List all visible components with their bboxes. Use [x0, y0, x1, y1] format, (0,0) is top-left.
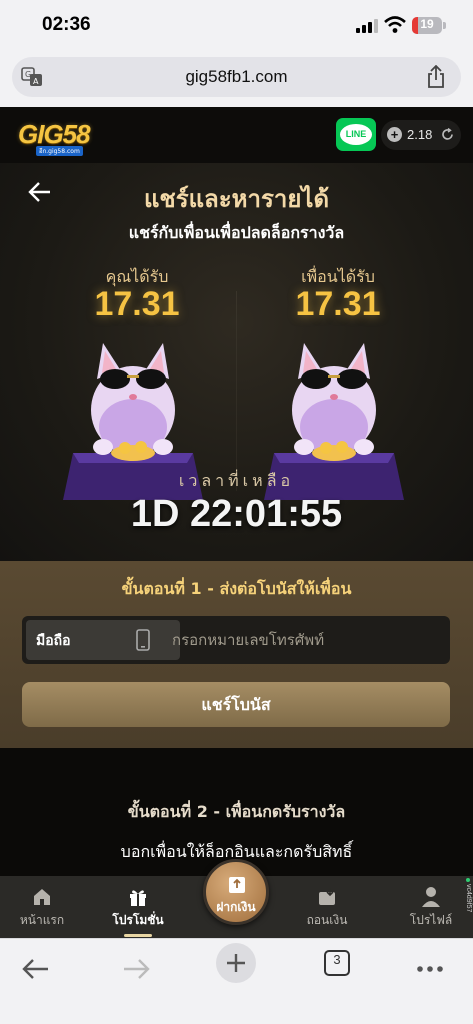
version-text: vc4d9f57	[465, 884, 472, 913]
mobile-phone-icon	[136, 629, 150, 651]
page-subtitle: แชร์กับเพื่อนเพื่อปลดล็อกรางวัล	[128, 223, 345, 242]
deposit-label: ฝากเงิน	[216, 900, 256, 914]
refresh-icon[interactable]	[441, 128, 454, 141]
phone-prefix-label: มือถือ	[36, 633, 71, 649]
page-title: แชร์และหารายได้	[143, 185, 330, 213]
nav-promotions[interactable]: โปรโมชั่น	[103, 886, 173, 936]
nav-profile[interactable]: โปรไฟล์	[396, 886, 466, 936]
plus-icon[interactable]: +	[387, 127, 402, 142]
phone-prefix: มือถือ	[26, 620, 180, 660]
friend-receive-value: 17.31	[295, 285, 381, 323]
back-icon[interactable]	[16, 949, 56, 989]
cellular-signal-icon	[356, 19, 378, 33]
browser-toolbar: 3	[0, 938, 473, 1024]
new-tab-button[interactable]	[216, 943, 256, 983]
step1-section: ขั้นตอนที่ 1 - ส่งต่อโบนัสให้เพื่อน มือถ…	[0, 561, 473, 748]
gift-icon	[130, 890, 146, 906]
share-bonus-button[interactable]: แชร์โบนัส	[22, 682, 450, 727]
phone-field[interactable]: มือถือ	[22, 616, 450, 664]
address-bar[interactable]: G A gig58fb1.com	[12, 57, 461, 97]
status-dot	[466, 878, 470, 882]
step1-title: ขั้นตอนที่ 1 - ส่งต่อโบนัสให้เพื่อน	[121, 579, 352, 598]
plus-icon	[227, 954, 245, 972]
site-logo[interactable]: GIG58 อีก.gig58.com	[18, 119, 108, 156]
battery-percent: 19	[420, 17, 434, 31]
nav-profile-label: โปรไฟล์	[409, 913, 453, 927]
tabs-button[interactable]: 3	[324, 950, 350, 976]
nav-withdraw[interactable]: ถอนเงิน	[292, 886, 362, 936]
line-label: LINE	[340, 124, 372, 145]
step2-title: ขั้นตอนที่ 2 - เพื่อนกดรับรางวัล	[127, 802, 346, 821]
balance-badge[interactable]: + 2.18	[381, 120, 461, 150]
nav-withdraw-label: ถอนเงิน	[306, 913, 348, 927]
balance-amount: 2.18	[407, 127, 433, 142]
wallet-icon	[319, 888, 335, 905]
profile-icon	[422, 887, 440, 907]
site-header: GIG58 อีก.gig58.com LINE + 2.18	[0, 107, 473, 163]
share-hero: แชร์และหารายได้ แชร์กับเพื่อนเพื่อปลดล็อ…	[0, 163, 473, 561]
deposit-button[interactable]: ฝากเงิน	[203, 859, 269, 925]
timer-label: เวลาที่เหลือ	[178, 471, 295, 490]
forward-icon[interactable]	[116, 949, 156, 989]
home-icon	[34, 889, 50, 905]
nav-home-label: หน้าแรก	[19, 913, 65, 927]
wifi-icon	[384, 16, 406, 33]
active-tab-indicator	[124, 934, 152, 937]
status-time: 02:36	[42, 14, 91, 35]
phone-number-input[interactable]	[172, 620, 446, 660]
nav-promotions-label: โปรโมชั่น	[112, 913, 164, 927]
column-divider	[236, 291, 237, 491]
line-button[interactable]: LINE	[336, 118, 376, 151]
countdown-timer: 1D 22:01:55	[130, 493, 343, 535]
more-icon[interactable]	[410, 949, 450, 989]
status-bar: 02:36 19	[0, 0, 473, 52]
nav-home[interactable]: หน้าแรก	[7, 886, 77, 936]
battery-icon: 19	[412, 17, 442, 34]
web-content: GIG58 อีก.gig58.com LINE + 2.18 แชร์และห…	[0, 107, 473, 938]
you-receive-value: 17.31	[94, 285, 180, 323]
share-icon[interactable]	[425, 65, 447, 89]
deposit-wallet-icon	[229, 877, 245, 893]
url-text[interactable]: gig58fb1.com	[12, 67, 461, 87]
